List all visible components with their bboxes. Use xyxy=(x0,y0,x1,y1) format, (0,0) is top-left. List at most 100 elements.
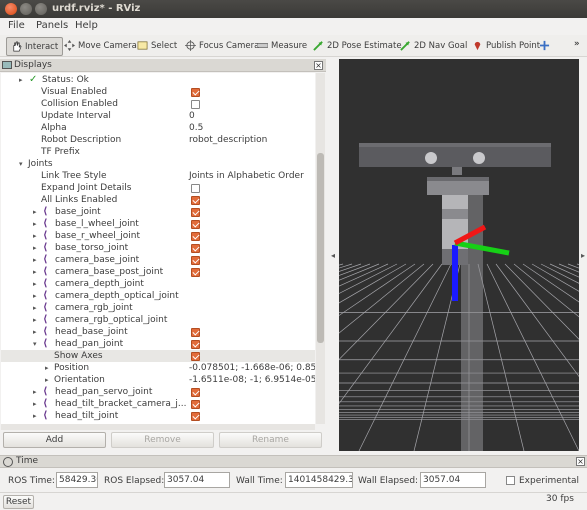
property-checkbox[interactable] xyxy=(191,400,200,409)
property-checkbox[interactable] xyxy=(191,196,200,205)
expand-arrow-icon[interactable]: ▸ xyxy=(45,362,49,374)
menu-file[interactable]: File xyxy=(8,20,25,31)
property-checkbox[interactable] xyxy=(191,232,200,241)
expand-arrow-icon[interactable]: ▸ xyxy=(33,254,37,266)
expand-arrow-icon[interactable]: ▸ xyxy=(33,314,37,326)
ros-elapsed-field[interactable]: 3057.04 xyxy=(164,472,230,488)
expand-arrow-icon[interactable]: ▸ xyxy=(33,326,37,338)
measure-tool-button[interactable]: Measure xyxy=(253,37,311,56)
scene-canvas[interactable] xyxy=(339,59,579,451)
property-checkbox[interactable] xyxy=(191,208,200,217)
select-tool-button[interactable]: Select xyxy=(133,37,181,56)
expand-arrow-icon[interactable]: ▸ xyxy=(33,386,37,398)
pose-estimate-tool-button[interactable]: 2D Pose Estimate xyxy=(309,37,406,56)
tree-row[interactable]: ▸ ⟨ camera_base_joint xyxy=(1,254,315,266)
tree-row[interactable]: ▸ ⟨ camera_rgb_optical_joint xyxy=(1,314,315,326)
expand-arrow-icon[interactable]: ▾ xyxy=(33,338,37,350)
close-displays-button[interactable]: × xyxy=(314,61,323,70)
close-time-button[interactable]: × xyxy=(576,457,585,466)
property-value[interactable]: Joints in Alphabetic Order xyxy=(189,170,304,182)
tree-row[interactable]: ▸ ⟨ camera_rgb_joint xyxy=(1,302,315,314)
property-value[interactable]: -1.6511e-08; -1; 6.9514e-05... xyxy=(189,374,315,386)
property-checkbox[interactable] xyxy=(191,340,200,349)
expand-arrow-icon[interactable]: ▸ xyxy=(33,410,37,422)
tree-row[interactable]: Collision Enabled xyxy=(1,98,315,110)
focus-camera-tool-button[interactable]: Focus Camera xyxy=(181,37,263,56)
add-tool-button[interactable] xyxy=(537,37,557,56)
expand-arrow-icon[interactable]: ▸ xyxy=(33,290,37,302)
experimental-checkbox[interactable] xyxy=(506,476,515,485)
tree-row[interactable]: ▸ ⟨ head_base_joint xyxy=(1,326,315,338)
displays-horizontal-scrollbar[interactable] xyxy=(1,424,315,430)
tree-row[interactable]: ▸ ⟨ head_tilt_bracket_camera_j... xyxy=(1,398,315,410)
expand-arrow-icon[interactable]: ▸ xyxy=(33,206,37,218)
tree-row[interactable]: ▸ ⟨ base_l_wheel_joint xyxy=(1,218,315,230)
property-checkbox[interactable] xyxy=(191,100,200,109)
tree-row[interactable]: Visual Enabled xyxy=(1,86,315,98)
tree-row[interactable]: ▸ ⟨ base_joint xyxy=(1,206,315,218)
add-display-button[interactable]: Add xyxy=(3,432,106,448)
expand-arrow-icon[interactable]: ▸ xyxy=(45,374,49,386)
property-value[interactable]: robot_description xyxy=(189,134,267,146)
property-checkbox[interactable] xyxy=(191,328,200,337)
displays-vertical-scrollbar[interactable] xyxy=(316,73,325,424)
collapse-arrow-icon[interactable]: ▾ xyxy=(19,158,23,170)
tree-row[interactable]: ▸ Orientation -1.6511e-08; -1; 6.9514e-05.… xyxy=(1,374,315,386)
tree-row[interactable]: ▸ ⟨ camera_base_post_joint xyxy=(1,266,315,278)
tree-row[interactable]: ▸ ⟨ base_torso_joint xyxy=(1,242,315,254)
tree-row[interactable]: ▸ Position -0.078501; -1.668e-06; 0.858 xyxy=(1,362,315,374)
wall-elapsed-field[interactable]: 3057.04 xyxy=(420,472,486,488)
menu-help[interactable]: Help xyxy=(75,20,98,31)
tree-row[interactable]: ▸ ⟨ head_tilt_joint xyxy=(1,410,315,422)
tree-row[interactable]: Robot Description robot_description xyxy=(1,134,315,146)
maximize-window-button[interactable] xyxy=(35,3,47,15)
property-checkbox[interactable] xyxy=(191,412,200,421)
expand-arrow-icon[interactable]: ▸ xyxy=(33,242,37,254)
remove-display-button[interactable]: Remove xyxy=(111,432,214,448)
tree-row[interactable]: ▸ ⟨ head_pan_servo_joint xyxy=(1,386,315,398)
rename-display-button[interactable]: Rename xyxy=(219,432,322,448)
collapse-right-arrow-icon[interactable]: ▸ xyxy=(581,251,585,260)
property-value[interactable]: 0.5 xyxy=(189,122,203,134)
tree-row[interactable]: ▸ ✓ Status: Ok xyxy=(1,74,315,86)
tree-row[interactable]: ▾ Joints xyxy=(1,158,315,170)
nav-goal-tool-button[interactable]: 2D Nav Goal xyxy=(396,37,471,56)
tree-row[interactable]: ▾ ⟨ head_pan_joint xyxy=(1,338,315,350)
expand-arrow-icon[interactable]: ▸ xyxy=(33,266,37,278)
expand-arrow-icon[interactable]: ▸ xyxy=(33,398,37,410)
expand-arrow-icon[interactable]: ▸ xyxy=(33,230,37,242)
expand-arrow-icon[interactable]: ▸ xyxy=(33,302,37,314)
minimize-window-button[interactable] xyxy=(20,3,32,15)
property-checkbox[interactable] xyxy=(191,352,200,361)
move-camera-tool-button[interactable]: Move Camera xyxy=(60,37,141,56)
property-value[interactable]: -0.078501; -1.668e-06; 0.858 xyxy=(189,362,315,374)
wall-time-field[interactable]: 1401458429.34 xyxy=(285,472,353,488)
property-checkbox[interactable] xyxy=(191,256,200,265)
reset-button[interactable]: Reset xyxy=(3,495,34,509)
toolbar-overflow-button[interactable]: » xyxy=(574,37,580,56)
tree-row[interactable]: ▸ ⟨ base_r_wheel_joint xyxy=(1,230,315,242)
collapse-left-arrow-icon[interactable]: ◂ xyxy=(331,251,335,260)
interact-tool-button[interactable]: Interact xyxy=(6,37,64,56)
property-checkbox[interactable] xyxy=(191,244,200,253)
expand-arrow-icon[interactable]: ▸ xyxy=(19,74,23,86)
ros-time-field[interactable]: 58429.30 xyxy=(56,472,98,488)
tree-row[interactable]: Link Tree Style Joints in Alphabetic Orde… xyxy=(1,170,315,182)
tree-row[interactable]: Expand Joint Details xyxy=(1,182,315,194)
tree-row[interactable]: TF Prefix xyxy=(1,146,315,158)
scroll-thumb[interactable] xyxy=(317,153,324,343)
property-value[interactable]: 0 xyxy=(189,110,195,122)
property-checkbox[interactable] xyxy=(191,184,200,193)
expand-arrow-icon[interactable]: ▸ xyxy=(33,278,37,290)
property-checkbox[interactable] xyxy=(191,88,200,97)
property-checkbox[interactable] xyxy=(191,220,200,229)
publish-point-tool-button[interactable]: Publish Point xyxy=(468,37,544,56)
expand-arrow-icon[interactable]: ▸ xyxy=(33,218,37,230)
tree-row[interactable]: Show Axes xyxy=(1,350,315,362)
tree-row[interactable]: All Links Enabled xyxy=(1,194,315,206)
property-checkbox[interactable] xyxy=(191,388,200,397)
tree-row[interactable]: Update Interval 0 xyxy=(1,110,315,122)
menu-panels[interactable]: Panels xyxy=(36,20,68,31)
displays-tree[interactable]: ▸ ✓ Status: Ok Visual Enabled Collision Enab… xyxy=(1,73,315,424)
property-checkbox[interactable] xyxy=(191,268,200,277)
